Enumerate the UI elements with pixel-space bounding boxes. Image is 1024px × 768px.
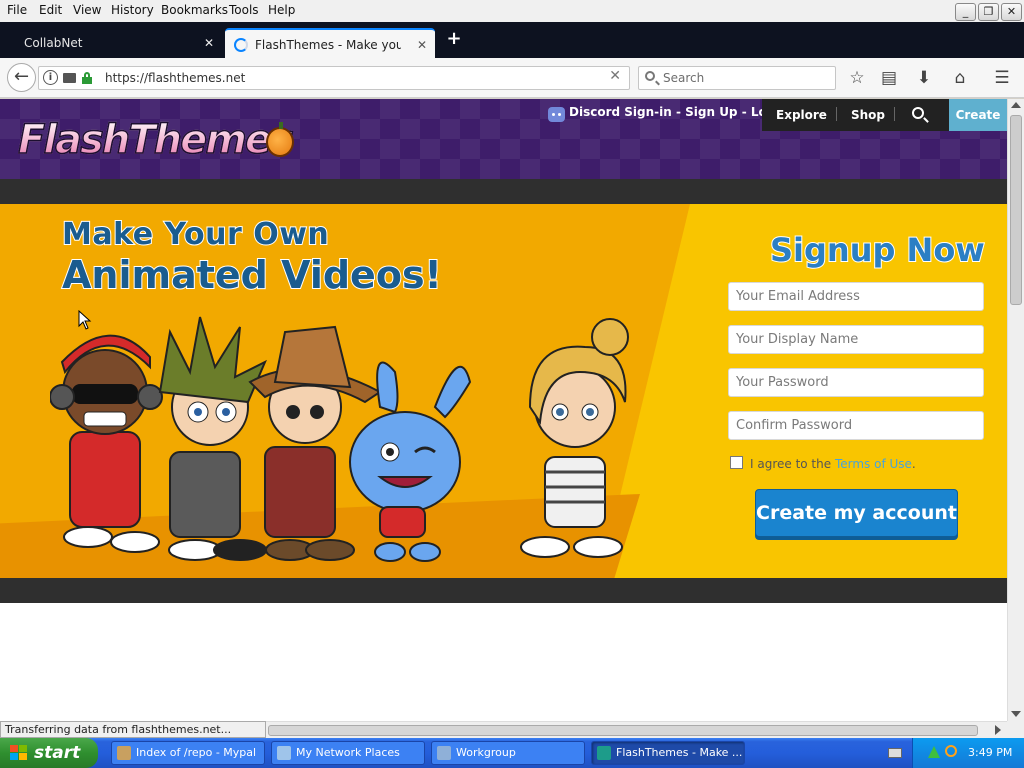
terms-suffix: . xyxy=(911,457,916,471)
windows-taskbar: start Index of /repo - Mypal My Network … xyxy=(0,738,1024,768)
new-tab-button[interactable]: + xyxy=(444,28,464,49)
hero-headline-line2: Animated Videos! xyxy=(61,252,443,298)
cartoon-characters-illustration xyxy=(50,316,629,562)
url-bar[interactable]: i https://flashthemes.net ✕ xyxy=(38,66,630,90)
menu-view[interactable]: View xyxy=(73,3,101,17)
tab-title: CollabNet xyxy=(24,36,83,50)
task-label: My Network Places xyxy=(296,746,400,759)
restore-button[interactable]: ❐ xyxy=(978,3,999,21)
password-field[interactable] xyxy=(728,368,984,397)
taskbar-item-network-places[interactable]: My Network Places xyxy=(271,741,425,765)
scroll-down-icon[interactable] xyxy=(1011,711,1021,717)
terms-of-use-link[interactable]: Terms of Use xyxy=(835,457,912,471)
email-field[interactable] xyxy=(728,282,984,311)
taskbar-item-flashthemes[interactable]: FlashThemes - Make ... xyxy=(591,741,745,765)
network-places-icon xyxy=(277,746,291,760)
menu-history[interactable]: History xyxy=(111,3,154,17)
character-cap-boy xyxy=(50,334,163,553)
scroll-up-icon[interactable] xyxy=(1011,102,1021,108)
site-search-icon[interactable] xyxy=(912,107,924,119)
windows-flag-icon xyxy=(10,745,27,761)
site-nav: Discord Sign-in - Sign Up - Login Explor… xyxy=(0,99,1007,131)
keyboard-icon[interactable] xyxy=(888,748,902,758)
mypal-icon xyxy=(117,746,131,760)
signup-title: Signup Now xyxy=(769,230,986,270)
menu-bar: File Edit View History Bookmarks Tools H… xyxy=(0,0,1024,22)
menu-help[interactable]: Help xyxy=(268,3,295,17)
browser-icon xyxy=(597,746,611,760)
horizontal-scrollbar[interactable] xyxy=(266,721,1007,738)
scroll-thumb[interactable] xyxy=(1010,115,1022,305)
tab-collabnet[interactable]: CollabNet ✕ xyxy=(0,28,222,58)
menu-file[interactable]: File xyxy=(7,3,27,17)
minimize-button[interactable]: _ xyxy=(955,3,976,21)
tab-strip: CollabNet ✕ FlashThemes - Make your own … xyxy=(0,22,1024,58)
header-divider-band xyxy=(0,179,1007,204)
info-icon[interactable]: i xyxy=(43,70,58,85)
nav-explore[interactable]: Explore xyxy=(776,108,827,122)
nav-divider xyxy=(836,107,837,121)
menu-bookmarks[interactable]: Bookmarks xyxy=(161,3,228,17)
discord-signin-link[interactable]: Discord Sign-in - Sign Up - Login xyxy=(569,105,788,119)
search-input[interactable]: Search xyxy=(638,66,836,90)
start-label: start xyxy=(34,743,81,763)
terms-prefix: I agree to the xyxy=(750,457,835,471)
workgroup-icon xyxy=(437,746,451,760)
page-viewport: FlashThemes Discord Sign-in - Sign Up - … xyxy=(0,99,1007,721)
menu-edit[interactable]: Edit xyxy=(39,3,62,17)
close-tab-icon[interactable]: ✕ xyxy=(204,28,214,58)
permissions-icon[interactable] xyxy=(63,73,76,83)
tab-flashthemes[interactable]: FlashThemes - Make your own ✕ xyxy=(225,28,435,58)
downloads-icon[interactable]: ⬇ xyxy=(913,68,935,90)
taskbar-item-workgroup[interactable]: Workgroup xyxy=(431,741,585,765)
character-spiky-hair xyxy=(158,316,267,561)
menu-icon[interactable]: ☰ xyxy=(991,68,1013,90)
scrollbar-corner xyxy=(1007,721,1024,738)
task-label: FlashThemes - Make ... xyxy=(616,746,743,759)
search-placeholder: Search xyxy=(663,71,705,85)
nav-create-button[interactable]: Create xyxy=(949,99,1007,131)
tab-title: FlashThemes - Make your own xyxy=(255,38,401,52)
url-text[interactable]: https://flashthemes.net xyxy=(105,71,245,85)
terms-checkbox[interactable] xyxy=(730,456,743,469)
lock-icon[interactable] xyxy=(82,72,92,84)
loading-spinner-icon xyxy=(234,38,248,52)
close-window-button[interactable]: ✕ xyxy=(1001,3,1022,21)
search-tray-icon[interactable] xyxy=(945,745,957,757)
hero-bottom-band xyxy=(0,578,1007,603)
mouse-cursor-icon xyxy=(78,310,92,330)
pumpkin-logo-icon xyxy=(266,122,294,157)
scroll-thumb[interactable] xyxy=(268,725,978,736)
create-account-button[interactable]: Create my account xyxy=(755,489,958,537)
taskbar-clock[interactable]: 3:49 PM xyxy=(968,746,1012,759)
scroll-right-icon[interactable] xyxy=(995,725,1001,735)
hero-headline-line1: Make Your Own xyxy=(61,216,330,253)
search-icon xyxy=(645,71,655,81)
menu-tools[interactable]: Tools xyxy=(229,3,259,17)
status-bar: Transferring data from flashthemes.net..… xyxy=(0,721,266,738)
terms-label: I agree to the Terms of Use. xyxy=(750,457,916,471)
vertical-scrollbar[interactable] xyxy=(1007,99,1024,721)
display-name-field[interactable] xyxy=(728,325,984,354)
navigation-toolbar: ← i https://flashthemes.net ✕ Search ☆ ▤… xyxy=(0,58,1024,98)
reading-list-icon[interactable]: ▤ xyxy=(878,68,900,90)
back-icon: ← xyxy=(13,66,30,87)
character-blonde-girl xyxy=(520,318,629,558)
confirm-password-field[interactable] xyxy=(728,411,984,440)
clear-icon[interactable]: ✕ xyxy=(609,68,621,84)
nav-shop[interactable]: Shop xyxy=(851,108,885,122)
nav-divider xyxy=(894,107,895,121)
bookmark-star-icon[interactable]: ☆ xyxy=(846,68,868,90)
close-tab-icon[interactable]: ✕ xyxy=(417,30,427,60)
discord-icon[interactable] xyxy=(548,107,565,122)
taskbar-item-mypal[interactable]: Index of /repo - Mypal xyxy=(111,741,265,765)
task-label: Workgroup xyxy=(456,746,516,759)
back-button[interactable]: ← xyxy=(7,63,36,92)
task-label: Index of /repo - Mypal xyxy=(136,746,257,759)
home-icon[interactable]: ⌂ xyxy=(949,68,971,90)
